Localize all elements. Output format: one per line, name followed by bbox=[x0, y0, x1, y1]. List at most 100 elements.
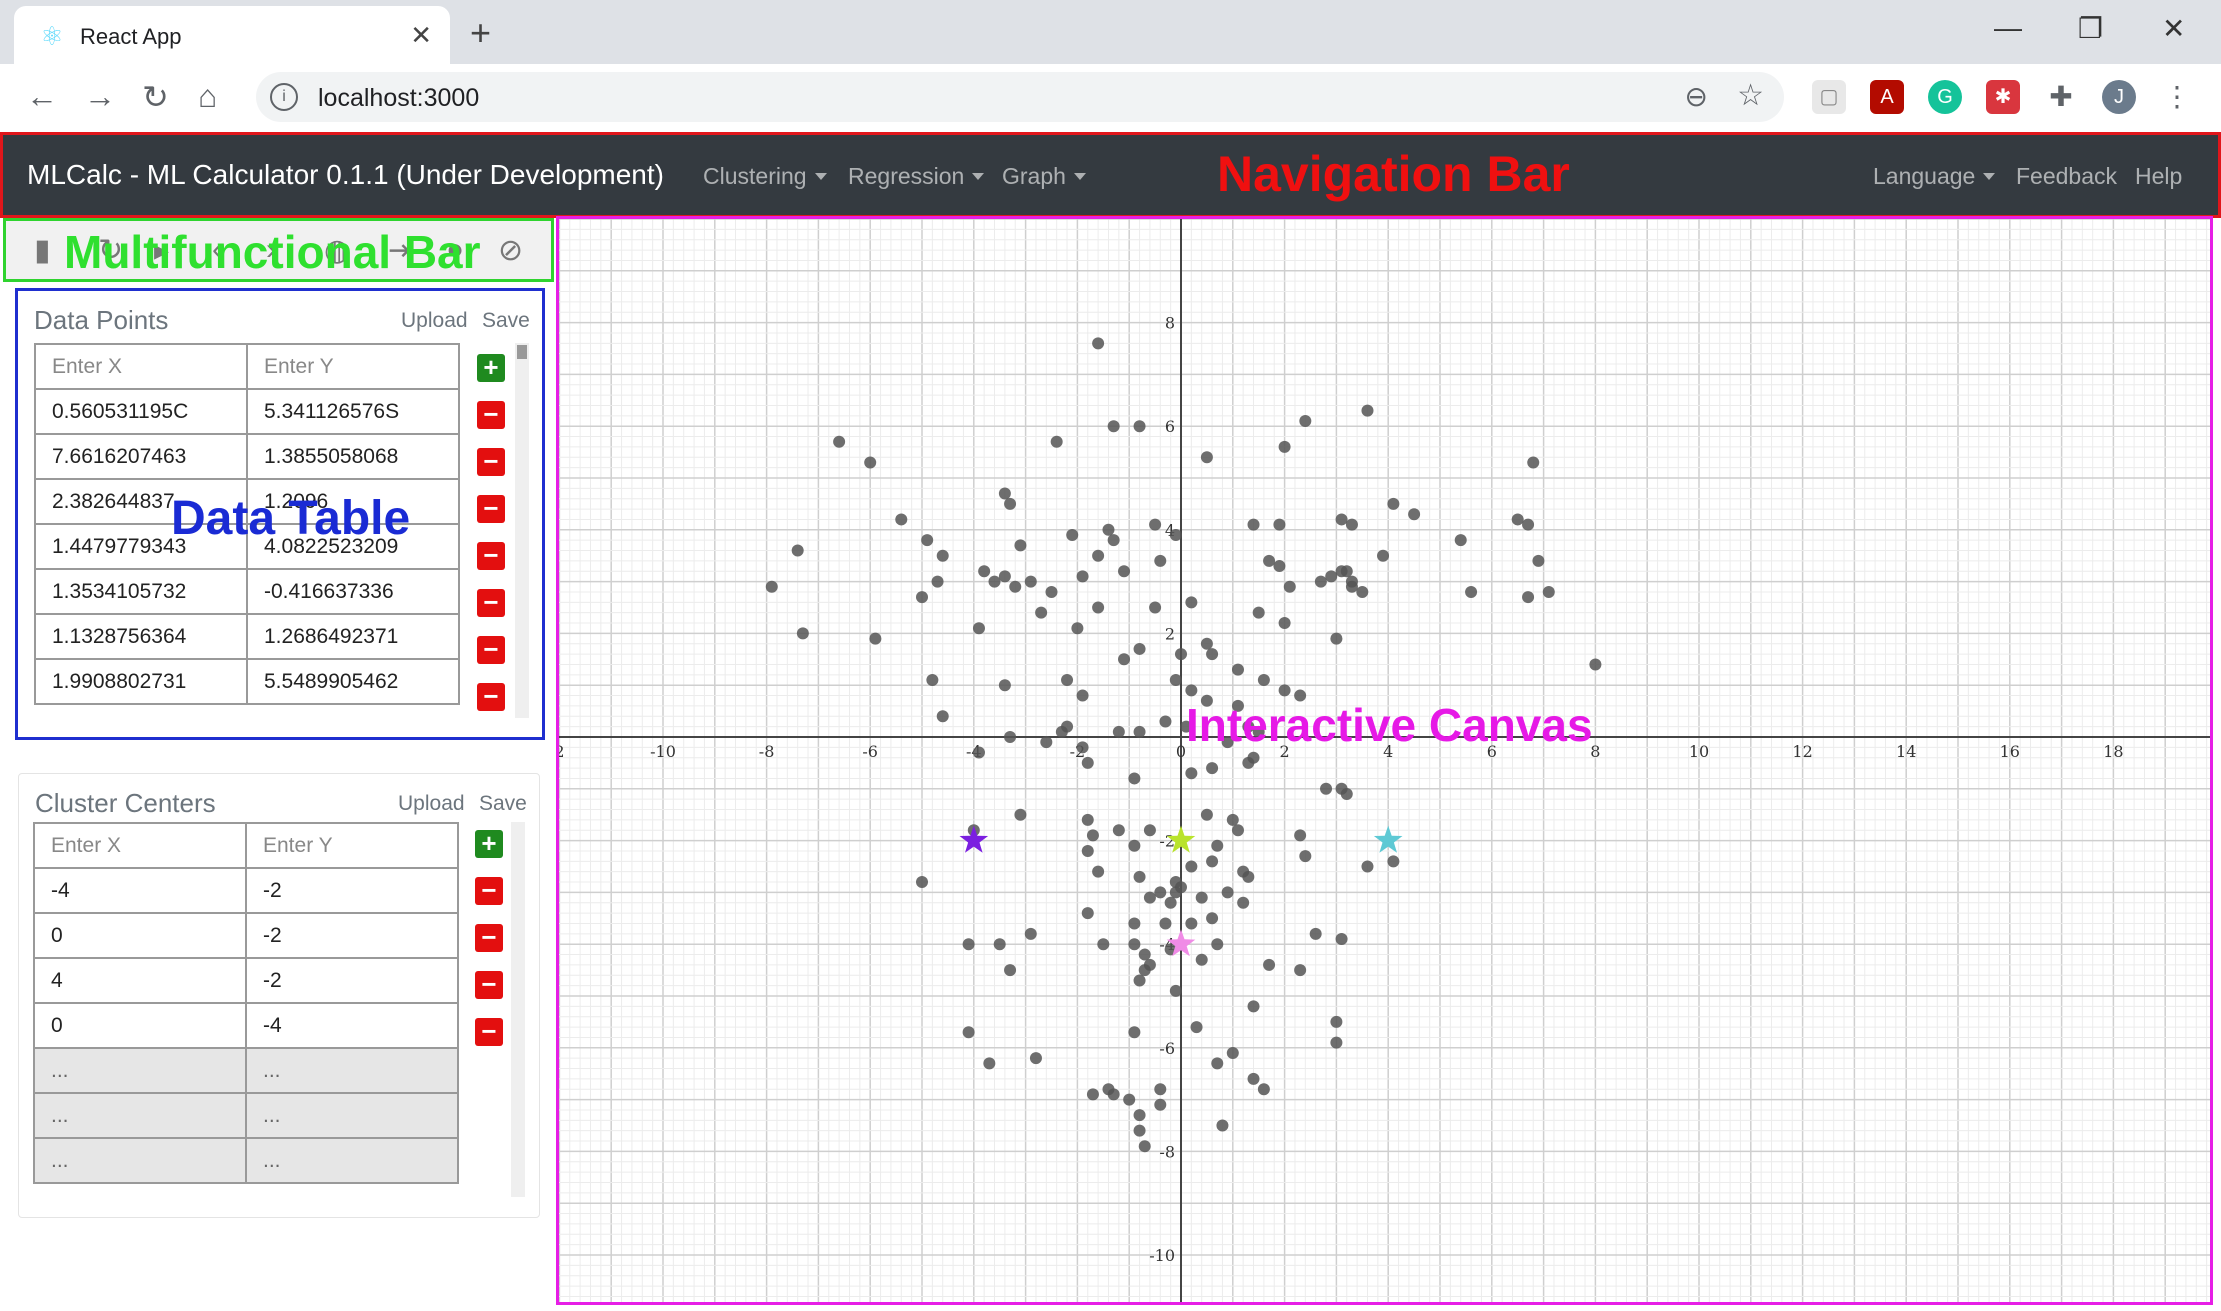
menu-regression[interactable]: Regression bbox=[848, 163, 984, 190]
extensions-puzzle-icon[interactable]: ✚ bbox=[2044, 80, 2078, 114]
cell-y[interactable]: -2 bbox=[245, 957, 459, 1004]
new-tab-icon[interactable]: + bbox=[470, 12, 491, 54]
feedback-link[interactable]: Feedback bbox=[2016, 163, 2117, 190]
extension-grammarly-icon[interactable]: G bbox=[1928, 80, 1962, 114]
data-point bbox=[1086, 829, 1099, 842]
interactive-canvas[interactable]: 2-10-8-6-4-20246810121416188642-2-4-6-8-… bbox=[556, 216, 2213, 1305]
enter-x-input[interactable]: Enter X bbox=[34, 343, 248, 390]
menu-graph[interactable]: Graph bbox=[1002, 163, 1086, 190]
scrollbar-thumb[interactable] bbox=[517, 345, 527, 359]
cell-x[interactable]: 1.9908802731 bbox=[34, 658, 248, 705]
cluster-centers-table: Enter X Enter Y -4 -2 0 -2 4 -2 0 -4 ...... … bbox=[33, 822, 459, 1184]
close-tab-icon[interactable]: ✕ bbox=[410, 20, 432, 51]
hide-eye-icon[interactable]: ⊘ bbox=[498, 233, 523, 268]
help-link[interactable]: Help bbox=[2135, 163, 2182, 190]
forward-icon[interactable]: → bbox=[84, 78, 116, 115]
extension-pocket-icon[interactable]: ▢ bbox=[1812, 80, 1846, 114]
delete-row-button[interactable]: − bbox=[475, 1018, 503, 1046]
delete-row-button[interactable]: − bbox=[475, 971, 503, 999]
cluster-centers-scrollbar[interactable] bbox=[511, 822, 525, 1197]
data-points-scrollbar[interactable] bbox=[515, 343, 529, 718]
cell-y[interactable]: -4 bbox=[245, 1002, 459, 1049]
enter-x-input[interactable]: Enter X bbox=[33, 822, 247, 869]
data-points-save-link[interactable]: Save bbox=[482, 309, 530, 333]
cell-y[interactable]: -2 bbox=[245, 912, 459, 959]
cell-x[interactable]: 1.3534105732 bbox=[34, 568, 248, 615]
data-point bbox=[833, 435, 846, 448]
data-point bbox=[1278, 617, 1291, 630]
delete-row-button[interactable]: − bbox=[477, 589, 505, 617]
cell-x[interactable]: 0 bbox=[33, 1002, 247, 1049]
minimize-icon[interactable]: — bbox=[1994, 12, 2022, 44]
cell-x[interactable]: 4 bbox=[33, 957, 247, 1004]
extension-red-icon[interactable]: ✱ bbox=[1986, 80, 2020, 114]
data-point bbox=[1092, 601, 1105, 614]
cell-y[interactable]: -2 bbox=[245, 867, 459, 914]
menu-clustering[interactable]: Clustering bbox=[703, 163, 827, 190]
reload-icon[interactable]: ↻ bbox=[142, 78, 169, 116]
data-point bbox=[962, 938, 975, 951]
delete-row-button[interactable]: − bbox=[477, 636, 505, 664]
add-point-button[interactable]: + bbox=[477, 354, 505, 382]
data-point bbox=[1159, 917, 1172, 930]
data-point bbox=[1118, 653, 1131, 666]
cluster-centers-save-link[interactable]: Save bbox=[479, 792, 527, 816]
zoom-icon[interactable]: ⊖ bbox=[1685, 80, 1708, 113]
delete-row-button[interactable]: − bbox=[477, 683, 505, 711]
cell-y[interactable]: -0.416637336 bbox=[246, 568, 460, 615]
delete-row-button[interactable]: − bbox=[475, 877, 503, 905]
menu-language[interactable]: Language bbox=[1873, 163, 1995, 190]
data-point bbox=[869, 632, 882, 645]
browser-tab[interactable]: ⚛ React App ✕ bbox=[14, 6, 450, 64]
restore-icon[interactable]: ❐ bbox=[2078, 12, 2103, 45]
back-icon[interactable]: ← bbox=[26, 78, 58, 115]
cell-y[interactable]: 1.2686492371 bbox=[246, 613, 460, 660]
enter-y-input[interactable]: Enter Y bbox=[245, 822, 459, 869]
data-point bbox=[765, 580, 778, 593]
cell-x[interactable]: 1.1328756364 bbox=[34, 613, 248, 660]
y-tick-label: -2 bbox=[1159, 832, 1175, 851]
home-icon[interactable]: ⌂ bbox=[198, 78, 217, 115]
close-window-icon[interactable]: ✕ bbox=[2162, 12, 2185, 45]
cell-x[interactable]: 7.6616207463 bbox=[34, 433, 248, 480]
delete-row-button[interactable]: − bbox=[477, 448, 505, 476]
address-bar[interactable]: i localhost:3000 ⊖ ☆ bbox=[256, 72, 1784, 122]
cell-x[interactable]: 0 bbox=[33, 912, 247, 959]
enter-y-input[interactable]: Enter Y bbox=[246, 343, 460, 390]
cell-y[interactable]: 1.3855058068 bbox=[246, 433, 460, 480]
data-point bbox=[1309, 927, 1322, 940]
data-point bbox=[1226, 1046, 1239, 1059]
delete-row-button[interactable]: − bbox=[475, 924, 503, 952]
data-point bbox=[1004, 731, 1017, 743]
cell-x[interactable]: 0.560531195C bbox=[34, 388, 248, 435]
data-point bbox=[1138, 964, 1151, 977]
delete-row-button[interactable]: − bbox=[477, 495, 505, 523]
bookmark-star-icon[interactable]: ☆ bbox=[1737, 78, 1764, 113]
data-point bbox=[936, 710, 949, 723]
data-point bbox=[1454, 534, 1467, 547]
delete-row-button[interactable]: − bbox=[477, 542, 505, 570]
cell-y[interactable]: 5.341126576S bbox=[246, 388, 460, 435]
extension-pdf-icon[interactable]: A bbox=[1870, 80, 1904, 114]
data-point bbox=[1231, 824, 1244, 837]
add-center-button[interactable]: + bbox=[475, 830, 503, 858]
data-points-upload-link[interactable]: Upload bbox=[401, 309, 468, 333]
menu-kebab-icon[interactable]: ⋮ bbox=[2160, 80, 2194, 114]
delete-icon[interactable]: ▮ bbox=[34, 233, 51, 268]
info-icon[interactable]: i bbox=[270, 83, 298, 111]
cluster-centers-upload-link[interactable]: Upload bbox=[398, 792, 465, 816]
cell-x[interactable]: -4 bbox=[33, 867, 247, 914]
data-point bbox=[1206, 762, 1219, 775]
cell-y[interactable]: 5.5489905462 bbox=[246, 658, 460, 705]
data-point bbox=[1283, 580, 1296, 593]
profile-avatar[interactable]: J bbox=[2102, 80, 2136, 114]
data-point bbox=[1133, 725, 1146, 738]
data-point bbox=[1216, 1119, 1229, 1132]
scatter-plot[interactable]: 2-10-8-6-4-20246810121416188642-2-4-6-8-… bbox=[559, 219, 2210, 1302]
data-point bbox=[1014, 808, 1027, 821]
table-row: 1.3534105732 -0.416637336 bbox=[34, 568, 460, 615]
app-brand[interactable]: MLCalc - ML Calculator 0.1.1 (Under Deve… bbox=[27, 159, 664, 191]
delete-row-button[interactable]: − bbox=[477, 401, 505, 429]
data-point bbox=[895, 513, 908, 526]
data-point bbox=[1071, 622, 1084, 635]
